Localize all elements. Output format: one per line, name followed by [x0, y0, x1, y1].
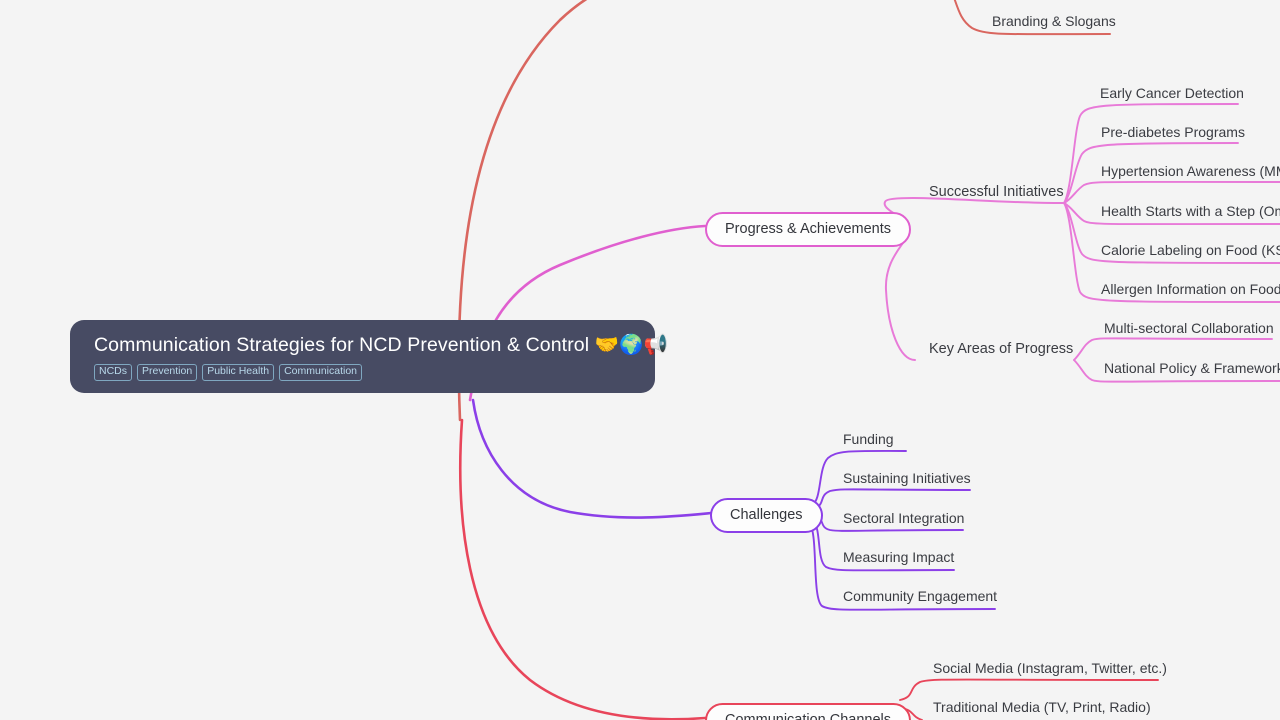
- leaf-calorie-labeling-on-food[interactable]: Calorie Labeling on Food (KSA): [1101, 242, 1280, 259]
- tag-prevention[interactable]: Prevention: [137, 364, 198, 381]
- leaf-sectoral-integration[interactable]: Sectoral Integration: [843, 510, 964, 527]
- root-node[interactable]: Communication Strategies for NCD Prevent…: [70, 320, 668, 393]
- leaf-branding-slogans[interactable]: Branding & Slogans: [992, 13, 1116, 30]
- tag-public-health[interactable]: Public Health: [202, 364, 275, 381]
- leaf-national-policy-frameworks[interactable]: National Policy & Frameworks: [1104, 360, 1280, 377]
- leaf-early-cancer-detection[interactable]: Early Cancer Detection: [1100, 85, 1244, 102]
- leaf-traditional-media[interactable]: Traditional Media (TV, Print, Radio): [933, 699, 1151, 716]
- node-successful-initiatives[interactable]: Successful Initiatives: [929, 184, 1064, 201]
- tag-ncds[interactable]: NCDs: [94, 364, 132, 381]
- leaf-allergen-information-on-food[interactable]: Allergen Information on Food: [1101, 281, 1280, 298]
- tag-communication[interactable]: Communication: [279, 364, 363, 381]
- leaf-community-engagement[interactable]: Community Engagement: [843, 588, 997, 605]
- node-progress-achievements[interactable]: Progress & Achievements: [705, 212, 912, 248]
- leaf-health-starts-with-a-step[interactable]: Health Starts with a Step (Oman): [1101, 203, 1280, 220]
- leaf-social-media[interactable]: Social Media (Instagram, Twitter, etc.): [933, 660, 1167, 677]
- leaf-sustaining-initiatives[interactable]: Sustaining Initiatives: [843, 470, 971, 487]
- leaf-hypertension-awareness[interactable]: Hypertension Awareness (MMA): [1101, 163, 1280, 180]
- root-tag-list: NCDs Prevention Public Health Communicat…: [94, 364, 633, 381]
- leaf-funding[interactable]: Funding: [843, 431, 894, 448]
- leaf-pre-diabetes-programs[interactable]: Pre-diabetes Programs: [1101, 124, 1245, 141]
- node-challenges[interactable]: Challenges: [710, 498, 823, 534]
- mindmap-canvas[interactable]: Communication Strategies for NCD Prevent…: [0, 0, 1280, 720]
- leaf-multi-sectoral-collaboration[interactable]: Multi-sectoral Collaboration: [1104, 320, 1274, 337]
- root-title: Communication Strategies for NCD Prevent…: [94, 334, 668, 356]
- node-communication-channels[interactable]: Communication Channels: [705, 703, 912, 720]
- leaf-measuring-impact[interactable]: Measuring Impact: [843, 549, 954, 566]
- node-key-areas-of-progress[interactable]: Key Areas of Progress: [929, 341, 1073, 358]
